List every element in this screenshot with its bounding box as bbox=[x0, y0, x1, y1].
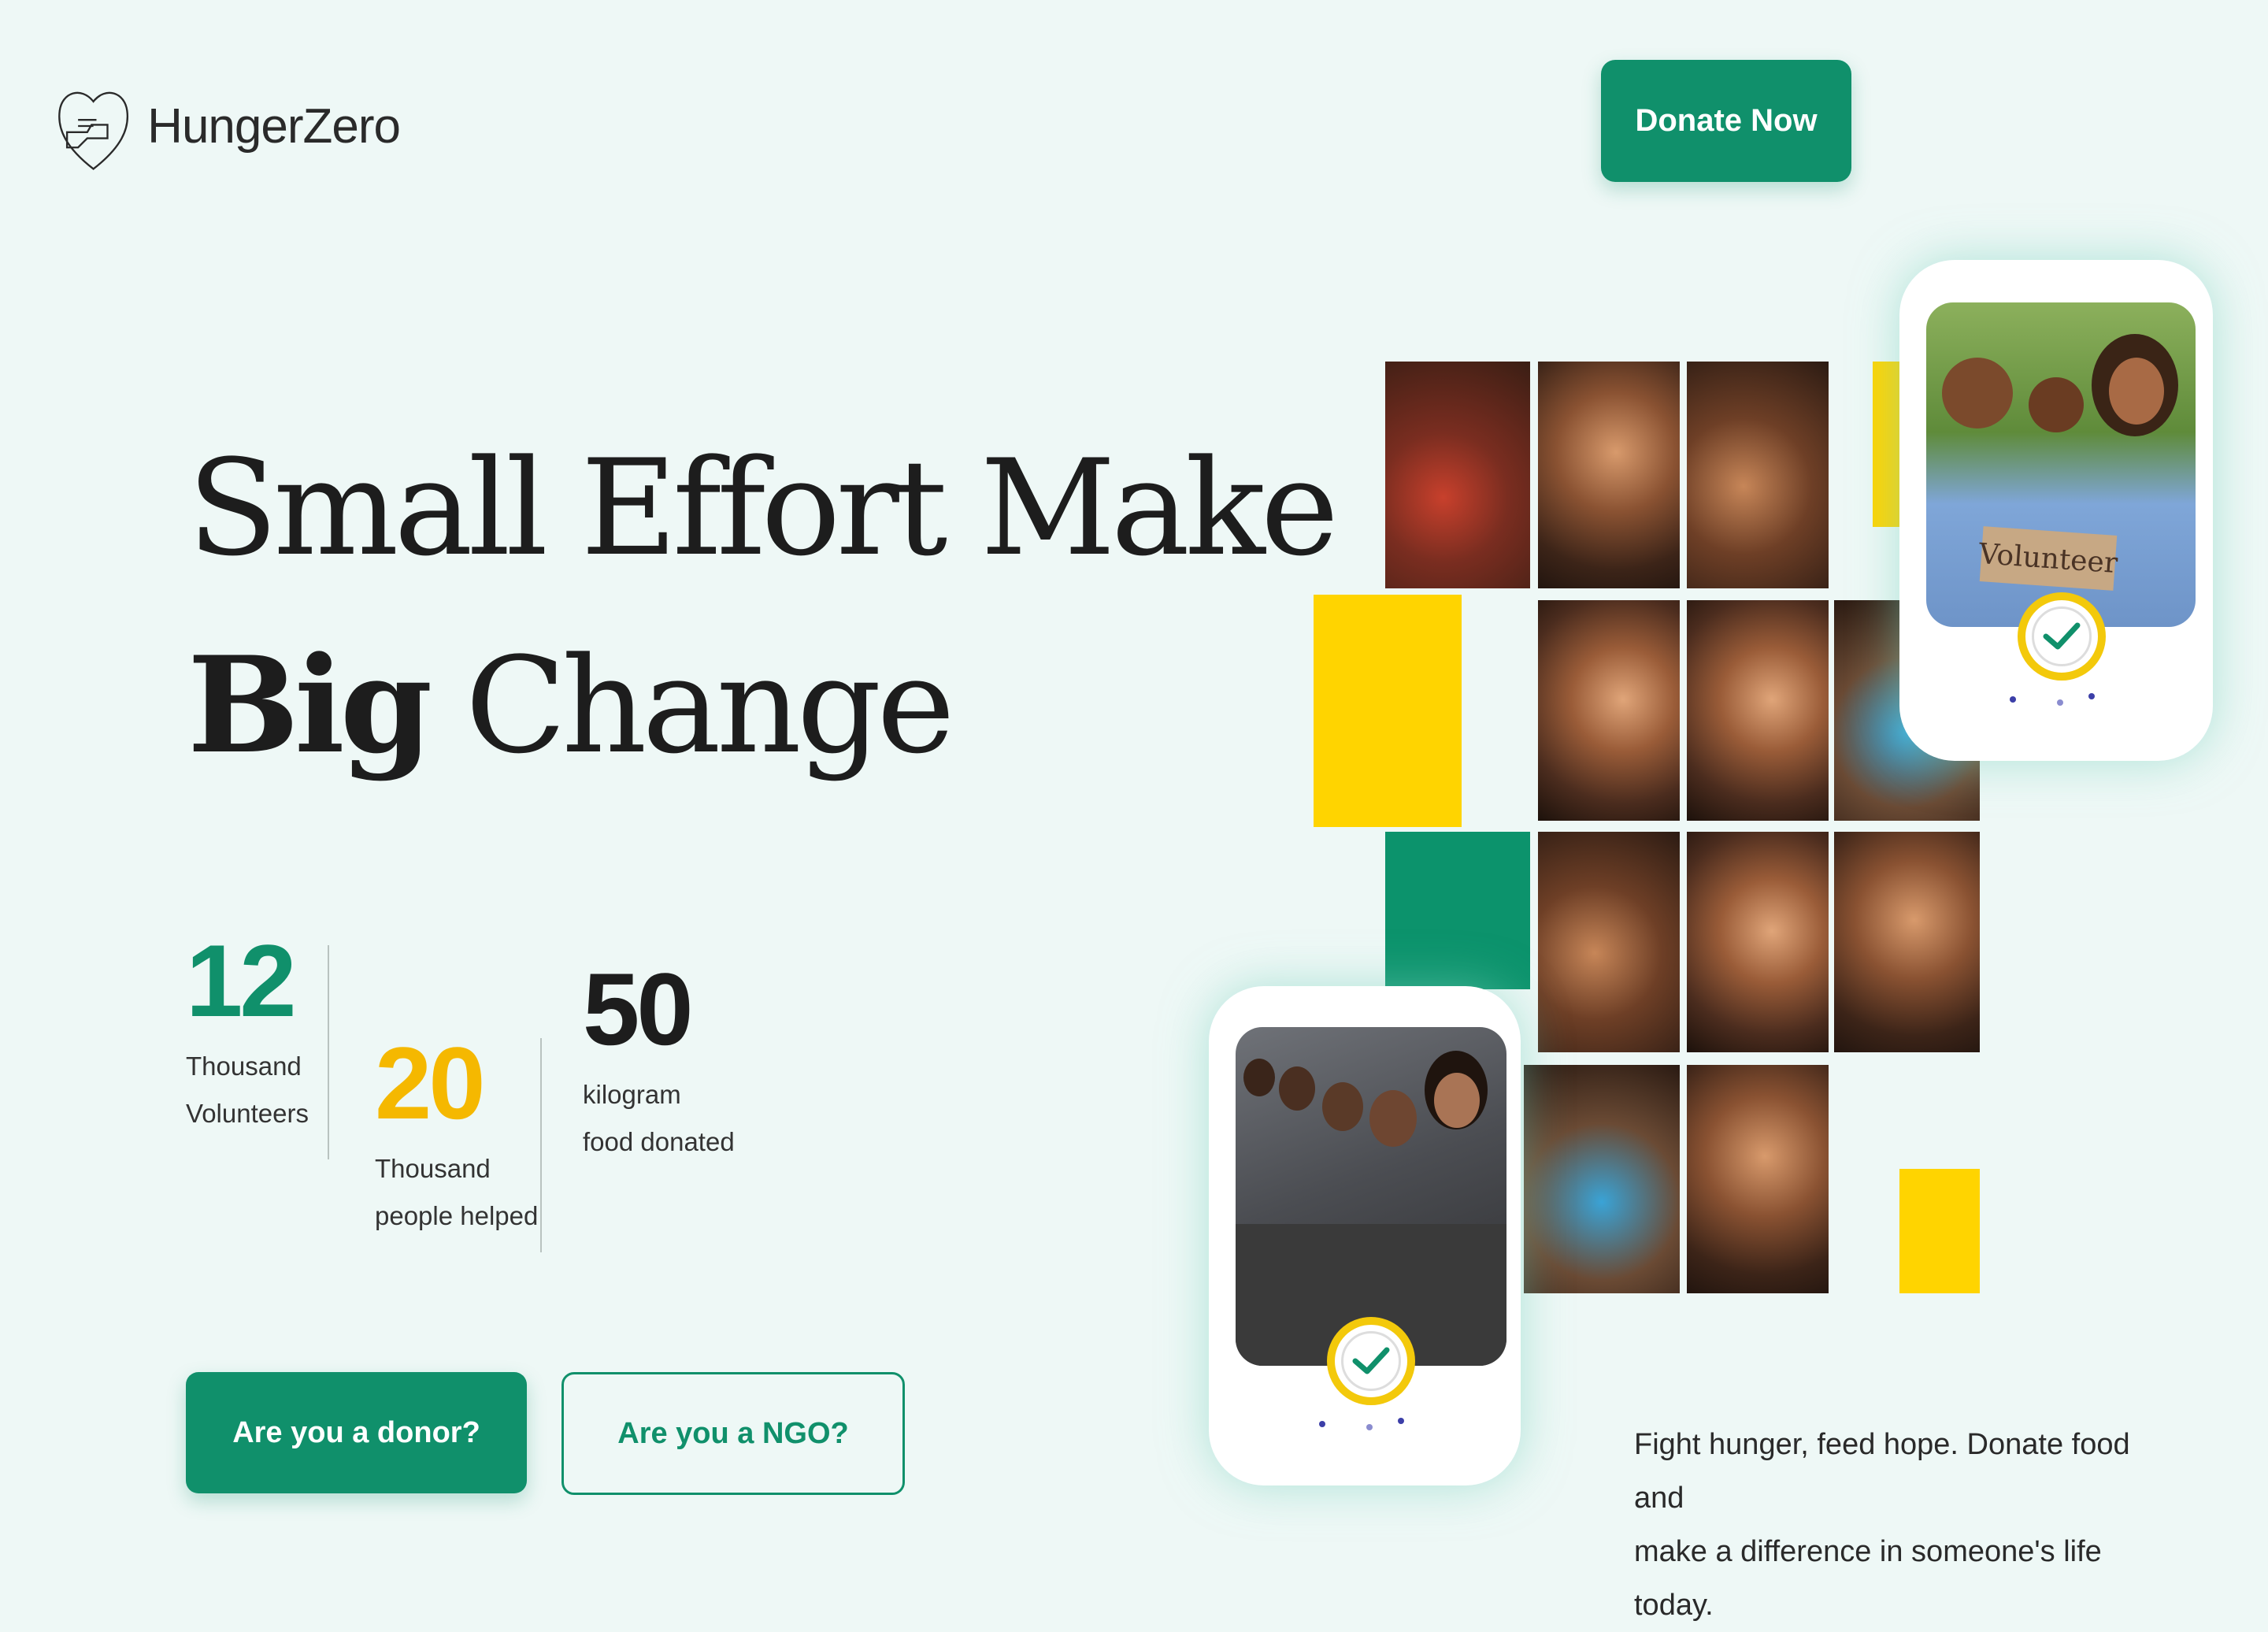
stat-label-line2: people helped bbox=[375, 1201, 539, 1230]
stat-food-donated: 50 kilogram food donated bbox=[583, 950, 735, 1166]
mosaic-yellow-block bbox=[1899, 1169, 1980, 1293]
tagline-line1: Fight hunger, feed hope. Donate food and bbox=[1634, 1428, 2130, 1515]
stat-value: 12 bbox=[186, 923, 297, 1038]
check-badge bbox=[1327, 1317, 1415, 1405]
stat-divider bbox=[328, 945, 329, 1159]
donate-now-button[interactable]: Donate Now bbox=[1601, 60, 1851, 182]
donor-button[interactable]: Are you a donor? bbox=[186, 1372, 527, 1493]
stat-label-line2: Volunteers bbox=[186, 1099, 309, 1128]
heart-hands-icon bbox=[58, 91, 129, 170]
tagline-line2: make a difference in someone's life toda… bbox=[1634, 1535, 2102, 1622]
stat-volunteers: 12 Thousand Volunteers bbox=[186, 922, 309, 1137]
mosaic-photo-tile bbox=[1538, 362, 1680, 588]
hero-title-line1: Small Effort Make bbox=[187, 431, 1339, 585]
check-badge bbox=[2018, 592, 2106, 681]
stat-value: 20 bbox=[375, 1026, 486, 1141]
brand-logo[interactable]: HungerZero bbox=[54, 63, 401, 189]
mosaic-yellow-block bbox=[1314, 595, 1462, 827]
children-meal-photo-card bbox=[1209, 986, 1521, 1485]
decorative-dots bbox=[1319, 1416, 1414, 1432]
hero-title-rest: Change bbox=[428, 629, 955, 783]
stat-label-line2: food donated bbox=[583, 1127, 735, 1156]
mosaic-photo-tile bbox=[1538, 832, 1680, 1052]
volunteer-photo-card: Volunteer bbox=[1899, 260, 2213, 761]
mosaic-photo-tile bbox=[1834, 832, 1980, 1052]
mosaic-photo-tile bbox=[1687, 832, 1829, 1052]
volunteer-photo: Volunteer bbox=[1926, 302, 2196, 627]
hero-title-bold: Big bbox=[187, 627, 432, 783]
children-meal-photo bbox=[1236, 1027, 1506, 1366]
volunteer-sign: Volunteer bbox=[1978, 526, 2118, 591]
mosaic-yellow-block bbox=[1873, 362, 1900, 527]
check-icon bbox=[2043, 622, 2081, 650]
mosaic-photo-tile bbox=[1538, 600, 1680, 821]
mosaic-photo-tile bbox=[1524, 1065, 1680, 1293]
hero-title: Small Effort Make Big Change bbox=[187, 410, 1339, 804]
decorative-dots bbox=[2010, 692, 2104, 707]
stat-value: 50 bbox=[583, 951, 694, 1066]
hero-title-line2: Big Change bbox=[187, 606, 1334, 804]
mosaic-photo-tile bbox=[1687, 600, 1829, 821]
stat-people-helped: 20 Thousand people helped bbox=[375, 1024, 538, 1240]
ngo-button[interactable]: Are you a NGO? bbox=[561, 1372, 905, 1495]
mosaic-photo-tile bbox=[1687, 362, 1829, 588]
stat-label-line1: Thousand bbox=[375, 1154, 491, 1183]
stat-label-line1: kilogram bbox=[583, 1080, 681, 1109]
brand-name: HungerZero bbox=[147, 98, 401, 154]
mosaic-photo-tile bbox=[1385, 362, 1530, 588]
mosaic-green-block bbox=[1385, 832, 1530, 989]
mosaic-photo-tile bbox=[1687, 1065, 1829, 1293]
stat-label-line1: Thousand bbox=[186, 1052, 302, 1081]
tagline: Fight hunger, feed hope. Donate food and… bbox=[1634, 1418, 2138, 1632]
stat-divider bbox=[540, 1038, 542, 1252]
check-icon bbox=[1352, 1347, 1390, 1374]
